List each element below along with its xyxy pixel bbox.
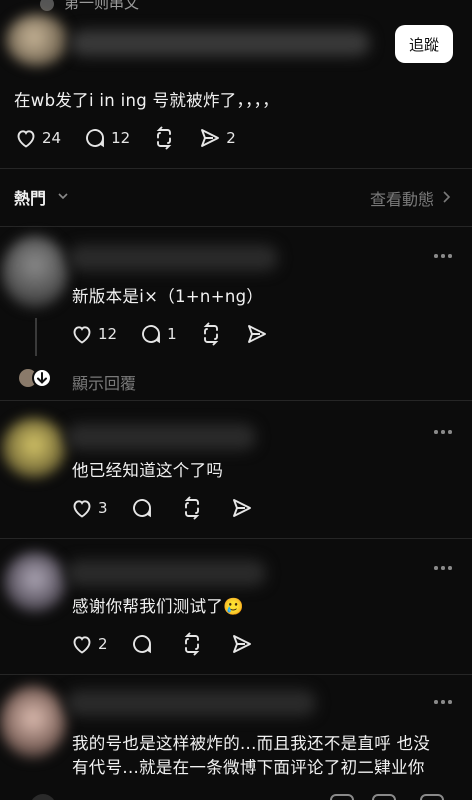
reply-text-line-2: 有代号...就是在一条微博下面评论了初二肄业你 bbox=[72, 758, 425, 777]
thread-screen: 第一则串文 追蹤 在wb发了i in ing 号就被炸了，，，， 24 12 2… bbox=[0, 0, 472, 800]
comment-icon bbox=[132, 499, 151, 518]
reply-author-name[interactable] bbox=[66, 560, 266, 586]
post-actions: 24 12 2 bbox=[14, 126, 258, 150]
view-activity-link[interactable]: 查看動態 bbox=[370, 186, 434, 210]
more-options-icon[interactable] bbox=[434, 428, 454, 436]
comment-icon bbox=[142, 325, 161, 344]
repost-icon bbox=[184, 496, 199, 520]
follow-button[interactable]: 追蹤 bbox=[395, 25, 453, 63]
chevron-right-icon[interactable] bbox=[440, 190, 452, 204]
sort-dropdown[interactable]: 熱門 bbox=[14, 185, 46, 209]
reply-text-line-1: 我的号也是这样被炸的...而且我还不是直呼 也没 bbox=[72, 734, 431, 753]
avatar bbox=[40, 0, 54, 11]
divider bbox=[0, 226, 472, 227]
composer-icon[interactable] bbox=[372, 794, 396, 800]
heart-icon bbox=[73, 326, 91, 344]
avatar bbox=[30, 794, 56, 800]
repost-icon bbox=[184, 632, 199, 656]
divider bbox=[0, 538, 472, 539]
reply-text: 他已经知道这个了吗 bbox=[72, 461, 224, 480]
comment-button[interactable]: 1 bbox=[139, 322, 177, 346]
send-icon bbox=[201, 129, 220, 147]
share-button[interactable]: 2 bbox=[198, 126, 236, 150]
comment-icon bbox=[132, 635, 151, 654]
heart-icon bbox=[73, 500, 91, 518]
reply-avatar[interactable] bbox=[0, 686, 66, 758]
like-count: 2 bbox=[98, 635, 108, 653]
send-icon bbox=[232, 635, 251, 653]
repost-icon bbox=[203, 322, 218, 346]
like-button[interactable]: 24 bbox=[14, 126, 61, 150]
like-count: 12 bbox=[98, 325, 118, 343]
reply-avatar[interactable] bbox=[2, 418, 66, 478]
share-button[interactable] bbox=[230, 632, 254, 656]
top-header-fragment: 第一则串文 bbox=[40, 0, 139, 13]
reply-avatars-icon[interactable] bbox=[18, 367, 54, 389]
heart-icon bbox=[17, 130, 35, 148]
repost-button[interactable] bbox=[199, 322, 223, 346]
reply-avatar[interactable] bbox=[4, 552, 66, 612]
send-icon bbox=[247, 325, 266, 343]
show-replies-link[interactable]: 顯示回覆 bbox=[72, 370, 136, 394]
thread-line bbox=[35, 318, 37, 356]
comment-button[interactable] bbox=[130, 632, 154, 656]
post-text: 在wb发了i in ing 号就被炸了，，，， bbox=[14, 91, 279, 110]
comment-button[interactable]: 12 bbox=[83, 126, 130, 150]
reply-text: 感谢你帮我们测试了🥲 bbox=[72, 597, 245, 616]
divider bbox=[0, 400, 472, 401]
like-button[interactable]: 3 bbox=[70, 496, 108, 520]
more-options-icon[interactable] bbox=[434, 564, 454, 572]
sort-bar: 熱門 查看動態 bbox=[14, 185, 462, 211]
author-avatar[interactable] bbox=[6, 14, 68, 66]
share-button[interactable] bbox=[245, 322, 269, 346]
reply-avatar[interactable] bbox=[2, 236, 68, 308]
composer-icon[interactable] bbox=[330, 794, 354, 800]
comment-count: 12 bbox=[111, 129, 131, 147]
like-button[interactable]: 12 bbox=[70, 322, 117, 346]
more-options-icon[interactable] bbox=[434, 698, 454, 706]
like-button[interactable]: 2 bbox=[70, 632, 108, 656]
more-options-icon[interactable] bbox=[434, 252, 454, 260]
reply-author-name[interactable] bbox=[68, 245, 278, 271]
like-count: 3 bbox=[98, 499, 108, 517]
comment-icon bbox=[86, 129, 105, 148]
like-count: 24 bbox=[42, 129, 62, 147]
reply-actions: 2 bbox=[70, 632, 276, 656]
divider bbox=[0, 168, 472, 169]
comment-count: 1 bbox=[167, 325, 177, 343]
comment-button[interactable] bbox=[130, 496, 154, 520]
reply-actions: 12 1 bbox=[70, 322, 291, 346]
reply-text: 新版本是i×（1+n+ng） bbox=[72, 287, 264, 306]
repost-icon bbox=[156, 126, 172, 150]
reply-actions: 3 bbox=[70, 496, 276, 520]
chevron-down-icon[interactable] bbox=[56, 189, 70, 203]
divider bbox=[0, 674, 472, 675]
heart-icon bbox=[73, 636, 91, 654]
share-button[interactable] bbox=[230, 496, 254, 520]
repost-button[interactable] bbox=[180, 496, 204, 520]
author-name[interactable] bbox=[70, 30, 370, 56]
reply-author-name[interactable] bbox=[66, 424, 256, 450]
repost-button[interactable] bbox=[180, 632, 204, 656]
bottom-reply-bar[interactable] bbox=[0, 782, 472, 800]
repost-button[interactable] bbox=[152, 126, 176, 150]
share-count: 2 bbox=[226, 129, 236, 147]
send-icon bbox=[232, 499, 251, 517]
reply-author-name[interactable] bbox=[66, 690, 316, 716]
composer-icon[interactable] bbox=[420, 794, 444, 800]
